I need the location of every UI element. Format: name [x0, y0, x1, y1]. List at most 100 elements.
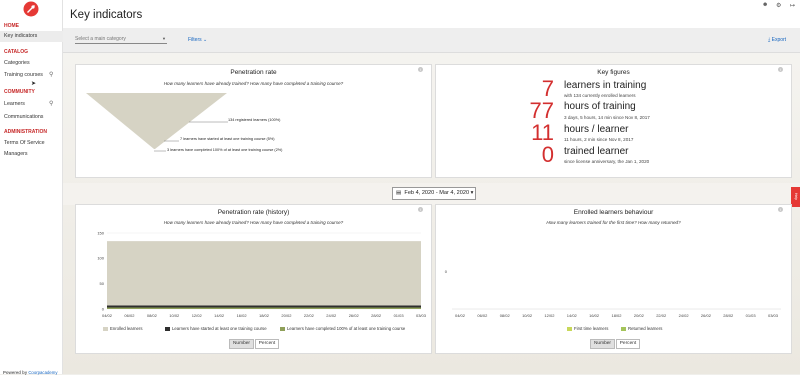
x-tick-label: 22/02 — [304, 313, 315, 318]
nav-header-administration: ADMINISTRATION — [4, 129, 47, 135]
x-tick-label: 03/03 — [768, 313, 779, 318]
x-tick-label: 24/02 — [326, 313, 337, 318]
x-tick-label: 12/02 — [544, 313, 555, 318]
chevron-down-icon: ▼ — [162, 36, 166, 41]
date-range-value: Feb 4, 2020 - Mar 4, 2020 — [404, 190, 470, 196]
kf-value-hours-per-learner: 11 — [531, 120, 554, 145]
search-icon[interactable]: ⚲ — [49, 100, 53, 107]
legend-swatch — [567, 326, 572, 331]
search-icon[interactable]: ⚲ — [49, 71, 53, 78]
nav-header-community: COMMUNITY — [4, 89, 35, 95]
x-tick-label: 04/02 — [455, 313, 466, 318]
mouse-cursor-icon: ➤ — [31, 81, 37, 87]
x-tick-label: 26/02 — [349, 313, 360, 318]
y-tick-label: 50 — [100, 281, 105, 286]
export-label: Export — [771, 37, 787, 43]
filter-bar — [63, 28, 800, 53]
number-toggle[interactable]: Number — [229, 339, 254, 349]
penetration-funnel — [86, 93, 228, 152]
main-category-select[interactable]: Select a main category ▼ — [75, 36, 167, 44]
x-tick-label: 16/02 — [589, 313, 600, 318]
legend-enrolled: Enrolled learners — [103, 326, 142, 331]
main-content: Key indicators ☻ ⚙ ↦ Select a main categ… — [63, 0, 800, 374]
y-tick-label: 100 — [97, 256, 104, 261]
user-icon[interactable]: ☻ — [762, 2, 768, 8]
nav-header-home: HOME — [4, 23, 19, 29]
x-tick-label: 28/02 — [723, 313, 734, 318]
x-tick-label: 12/02 — [192, 313, 203, 318]
kf-sub-trained: since license anniversary, the Jan 1, 20… — [564, 159, 650, 164]
sidebar: HOME Key indicators CATALOG Categories T… — [0, 0, 63, 375]
legend-swatch — [280, 326, 285, 331]
sidebar-item-categories[interactable]: Categories — [4, 60, 30, 66]
kf-label-trained: trained learner — [564, 146, 629, 157]
legend-swatch — [165, 326, 170, 331]
x-tick-label: 10/02 — [522, 313, 533, 318]
powered-brand-link[interactable]: Coorpacademy — [28, 370, 57, 375]
kf-sub-hours-per-learner: 11 hours, 2 min since Nov 8, 2017 — [564, 137, 634, 142]
percent-toggle[interactable]: Percent — [616, 339, 640, 349]
y-tick-label: 0 — [445, 269, 448, 274]
x-tick-label: 24/02 — [679, 313, 690, 318]
penetration-rate-title: Penetration rate — [230, 69, 277, 76]
sidebar-item-learners[interactable]: Learners — [4, 101, 25, 107]
kf-label-learners: learners in training — [564, 80, 647, 91]
penetration-rate-subtitle: How many learners have already trained? … — [163, 81, 344, 86]
filters-button[interactable]: Filters ⌄ — [188, 37, 207, 43]
x-tick-label: 04/02 — [102, 313, 113, 318]
x-tick-label: 20/02 — [281, 313, 292, 318]
kf-value-hours: 77 — [529, 98, 554, 123]
kf-label-hours: hours of training — [564, 101, 636, 112]
legend-started: Learners have started at least one train… — [165, 326, 267, 331]
kf-value-learners: 7 — [541, 76, 554, 101]
area-series-2 — [107, 307, 421, 309]
date-range-picker[interactable]: ▤ Feb 4, 2020 - Mar 4, 2020 ▾ — [392, 187, 476, 200]
info-icon[interactable]: i — [778, 67, 783, 72]
x-tick-label: 06/02 — [477, 313, 488, 318]
area-series-0 — [107, 241, 421, 309]
sidebar-item-key-indicators[interactable]: Key indicators — [4, 33, 37, 39]
download-icon: ⤓ — [768, 37, 771, 43]
learners-behaviour-panel: Enrolled learners behaviour i How many l… — [435, 204, 792, 354]
legend-label: Learners have completed 100% of at least… — [287, 326, 406, 331]
top-bar: Key indicators ☻ ⚙ ↦ — [63, 0, 800, 28]
sidebar-item-communications[interactable]: Communications — [4, 114, 43, 120]
export-button[interactable]: ⤓ Export — [768, 37, 786, 43]
legend-first-time: First time learners — [567, 326, 608, 331]
filters-label: Filters — [188, 37, 202, 43]
funnel-label-registered: 134 registered learners (100%) — [228, 118, 281, 122]
penetration-history-panel: Penetration rate (history) i How many le… — [75, 204, 432, 354]
funnel-label-started: 7 learners have started at least one tra… — [180, 137, 275, 141]
percent-toggle[interactable]: Percent — [255, 339, 279, 349]
x-tick-label: 06/02 — [124, 313, 135, 318]
kf-sub-hours: 3 days, 5 hours, 14 min since Nov 8, 201… — [564, 115, 650, 120]
help-tab[interactable]: Help — [791, 187, 800, 207]
number-toggle[interactable]: Number — [590, 339, 615, 349]
x-tick-label: 10/02 — [169, 313, 180, 318]
info-icon[interactable]: i — [418, 67, 423, 72]
kf-label-hours-per-learner: hours / learner — [564, 124, 629, 135]
gear-icon[interactable]: ⚙ — [776, 2, 781, 9]
x-tick-label: 08/02 — [500, 313, 511, 318]
behaviour-chart: 0 04/02 06/02 08/02 10/02 12/02 14/02 16/02 18/0… — [445, 269, 781, 318]
history-chart: 150 100 50 0 04/02 06/02 08/02 10/02 12/02 14/02 1… — [97, 230, 427, 318]
x-tick-label: 08/02 — [147, 313, 158, 318]
kf-sub-learners: with 134 currently enrolled learners — [564, 93, 636, 98]
legend-swatch — [621, 326, 626, 331]
logout-icon[interactable]: ↦ — [790, 2, 795, 9]
x-tick-label: 03/03 — [416, 313, 427, 318]
sidebar-item-managers[interactable]: Managers — [4, 151, 28, 157]
sidebar-item-terms-of-service[interactable]: Terms Of Service — [4, 140, 45, 146]
x-tick-label: 18/02 — [611, 313, 622, 318]
legend-swatch — [103, 326, 108, 331]
nav-header-catalog: CATALOG — [4, 49, 28, 55]
x-tick-label: 18/02 — [259, 313, 270, 318]
sidebar-item-training-courses[interactable]: Training courses — [4, 72, 43, 78]
x-tick-label: 28/02 — [371, 313, 382, 318]
logo-icon — [23, 1, 39, 17]
kf-value-trained: 0 — [541, 142, 554, 167]
x-tick-label: 01/03 — [394, 313, 405, 318]
x-tick-label: 16/02 — [237, 313, 248, 318]
legend-completed: Learners have completed 100% of at least… — [280, 326, 405, 331]
legend-returned: Returned learners — [621, 326, 662, 331]
